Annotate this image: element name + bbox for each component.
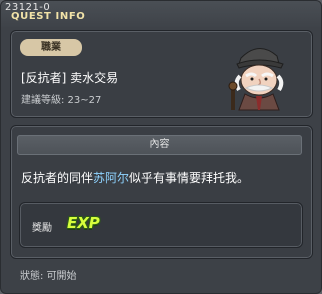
content-text: 反抗者的同伴苏阿尔似乎有事情要拜托我。 [21, 169, 249, 186]
quest-status: 狀態: 可開始 [20, 271, 77, 282]
reward-box [19, 202, 303, 248]
window-title: QUEST INFO [11, 11, 86, 22]
quest-name: [反抗者] 卖水交易 [21, 71, 119, 85]
required-level: 建議等級: 23~27 [21, 95, 102, 106]
npc-old-man-portrait-icon [228, 48, 284, 111]
quest-info-window: 23121-0 QUEST INFO 職業 [反抗者] 卖水交易 建議等級: 2… [0, 0, 322, 294]
npc-name-highlight: 苏阿尔 [93, 171, 130, 185]
exp-reward-icon: EXP [67, 214, 100, 232]
content-text-after: 似乎有事情要拜托我。 [129, 171, 250, 185]
content-text-before: 反抗者的同伴 [21, 171, 94, 185]
job-badge: 職業 [20, 39, 82, 56]
content-header: 內容 [17, 135, 302, 155]
reward-label: 獎勵 [32, 223, 52, 234]
